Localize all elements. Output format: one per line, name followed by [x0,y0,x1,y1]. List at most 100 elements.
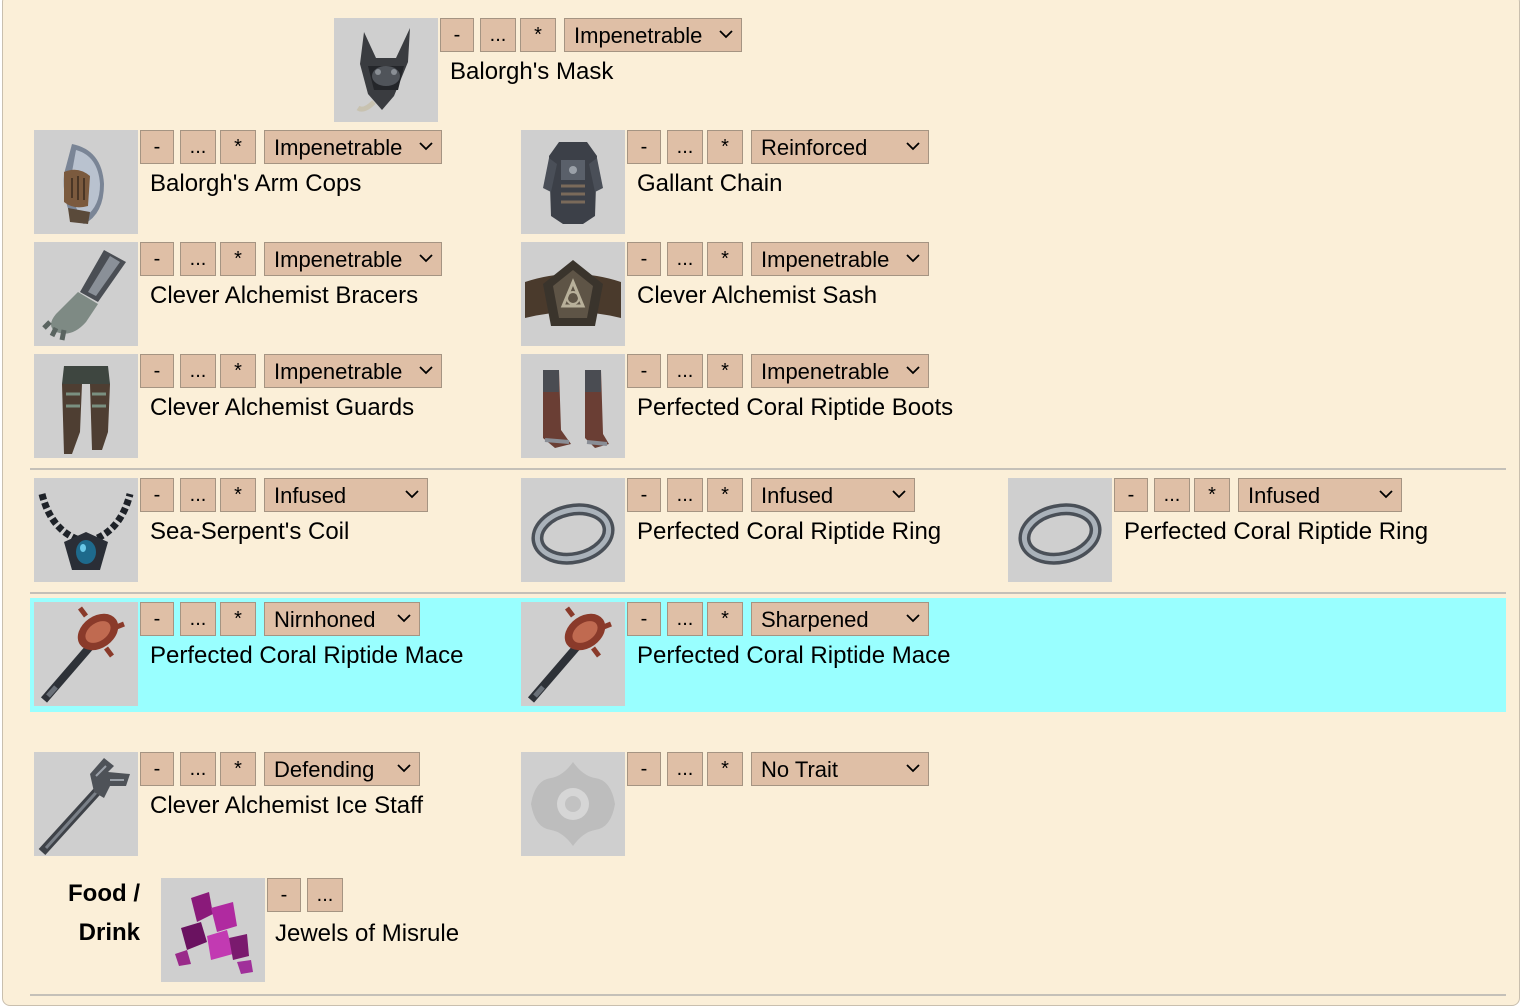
ring-icon [521,478,625,582]
trait-value: Impenetrable [274,359,403,384]
mace-icon [34,602,138,706]
staff-icon [34,752,138,856]
trait-value: Impenetrable [761,247,890,272]
remove-button[interactable]: - [440,18,474,52]
trait-select[interactable]: Reinforced [751,130,929,164]
more-options-button[interactable]: ... [180,478,216,512]
more-options-button[interactable]: ... [307,878,343,912]
trait-select[interactable]: Infused [264,478,428,512]
trait-value: Sharpened [761,607,869,632]
remove-button[interactable]: - [627,478,661,512]
boots-icon [521,354,625,458]
chevron-down-icon [906,366,920,375]
trait-select[interactable]: Infused [1238,478,1402,512]
remove-button[interactable]: - [627,242,661,276]
mask-icon [334,18,438,122]
trait-select[interactable]: Impenetrable [751,242,929,276]
trait-value: Defending [274,757,375,782]
trait-value: Nirnhoned [274,607,376,632]
belt-icon [521,242,625,346]
trait-value: Impenetrable [274,247,403,272]
remove-button[interactable]: - [267,878,301,912]
more-options-button[interactable]: ... [667,602,703,636]
chevron-down-icon [419,142,433,151]
star-button[interactable]: * [220,478,256,512]
more-options-button[interactable]: ... [480,18,516,52]
chevron-down-icon [405,490,419,499]
trait-select[interactable]: Nirnhoned [264,602,420,636]
remove-button[interactable]: - [627,130,661,164]
empty-slot-icon [521,752,625,856]
more-options-button[interactable]: ... [180,242,216,276]
more-options-button[interactable]: ... [667,752,703,786]
trait-select[interactable]: No Trait [751,752,929,786]
item-name: Clever Alchemist Bracers [150,282,419,309]
star-button[interactable]: * [220,242,256,276]
chevron-down-icon [892,490,906,499]
remove-button[interactable]: - [140,130,174,164]
item-name: Perfected Coral Riptide Boots [637,394,954,421]
divider [30,994,1506,996]
more-options-button[interactable]: ... [1154,478,1190,512]
more-options-button[interactable]: ... [667,354,703,388]
more-options-button[interactable]: ... [180,752,216,786]
trait-select[interactable]: Infused [751,478,915,512]
item-name: Clever Alchemist Guards [150,394,415,421]
trait-select[interactable]: Sharpened [751,602,929,636]
greaves-icon [34,354,138,458]
more-options-button[interactable]: ... [180,130,216,164]
divider [30,592,1506,594]
star-button[interactable]: * [520,18,556,52]
trait-select[interactable]: Defending [264,752,420,786]
chevron-down-icon [397,614,411,623]
star-button[interactable]: * [220,602,256,636]
remove-button[interactable]: - [627,602,661,636]
more-options-button[interactable]: ... [180,602,216,636]
chevron-down-icon [719,30,733,39]
star-button[interactable]: * [707,752,743,786]
star-button[interactable]: * [707,242,743,276]
more-options-button[interactable]: ... [667,242,703,276]
trait-select[interactable]: Impenetrable [564,18,742,52]
star-button[interactable]: * [220,130,256,164]
remove-button[interactable]: - [1114,478,1148,512]
remove-button[interactable]: - [140,602,174,636]
ring-icon [1008,478,1112,582]
chest-armor-icon [521,130,625,234]
item-name: Perfected Coral Riptide Ring [1124,518,1429,545]
trait-value: Infused [274,483,347,508]
remove-button[interactable]: - [140,242,174,276]
star-button[interactable]: * [220,354,256,388]
remove-button[interactable]: - [140,478,174,512]
star-button[interactable]: * [220,752,256,786]
trait-select[interactable]: Impenetrable [264,354,442,388]
item-name: Balorgh's Mask [450,58,614,85]
trait-value: Impenetrable [761,359,890,384]
more-options-button[interactable]: ... [180,354,216,388]
star-button[interactable]: * [707,602,743,636]
chevron-down-icon [906,254,920,263]
trait-value: Infused [1248,483,1321,508]
star-button[interactable]: * [707,478,743,512]
remove-button[interactable]: - [140,752,174,786]
star-button[interactable]: * [707,130,743,164]
trait-value: Impenetrable [274,135,403,160]
star-button[interactable]: * [1194,478,1230,512]
trait-select[interactable]: Impenetrable [264,130,442,164]
more-options-button[interactable]: ... [667,478,703,512]
more-options-button[interactable]: ... [667,130,703,164]
remove-button[interactable]: - [627,752,661,786]
remove-button[interactable]: - [140,354,174,388]
trait-value: Impenetrable [574,23,703,48]
chevron-down-icon [397,764,411,773]
trait-value: Reinforced [761,135,868,160]
star-button[interactable]: * [707,354,743,388]
item-name: Perfected Coral Riptide Mace [150,642,464,669]
chevron-down-icon [419,366,433,375]
chevron-down-icon [1379,490,1393,499]
item-name: Clever Alchemist Ice Staff [150,792,423,819]
trait-select[interactable]: Impenetrable [751,354,929,388]
remove-button[interactable]: - [627,354,661,388]
pauldron-icon [34,130,138,234]
trait-select[interactable]: Impenetrable [264,242,442,276]
